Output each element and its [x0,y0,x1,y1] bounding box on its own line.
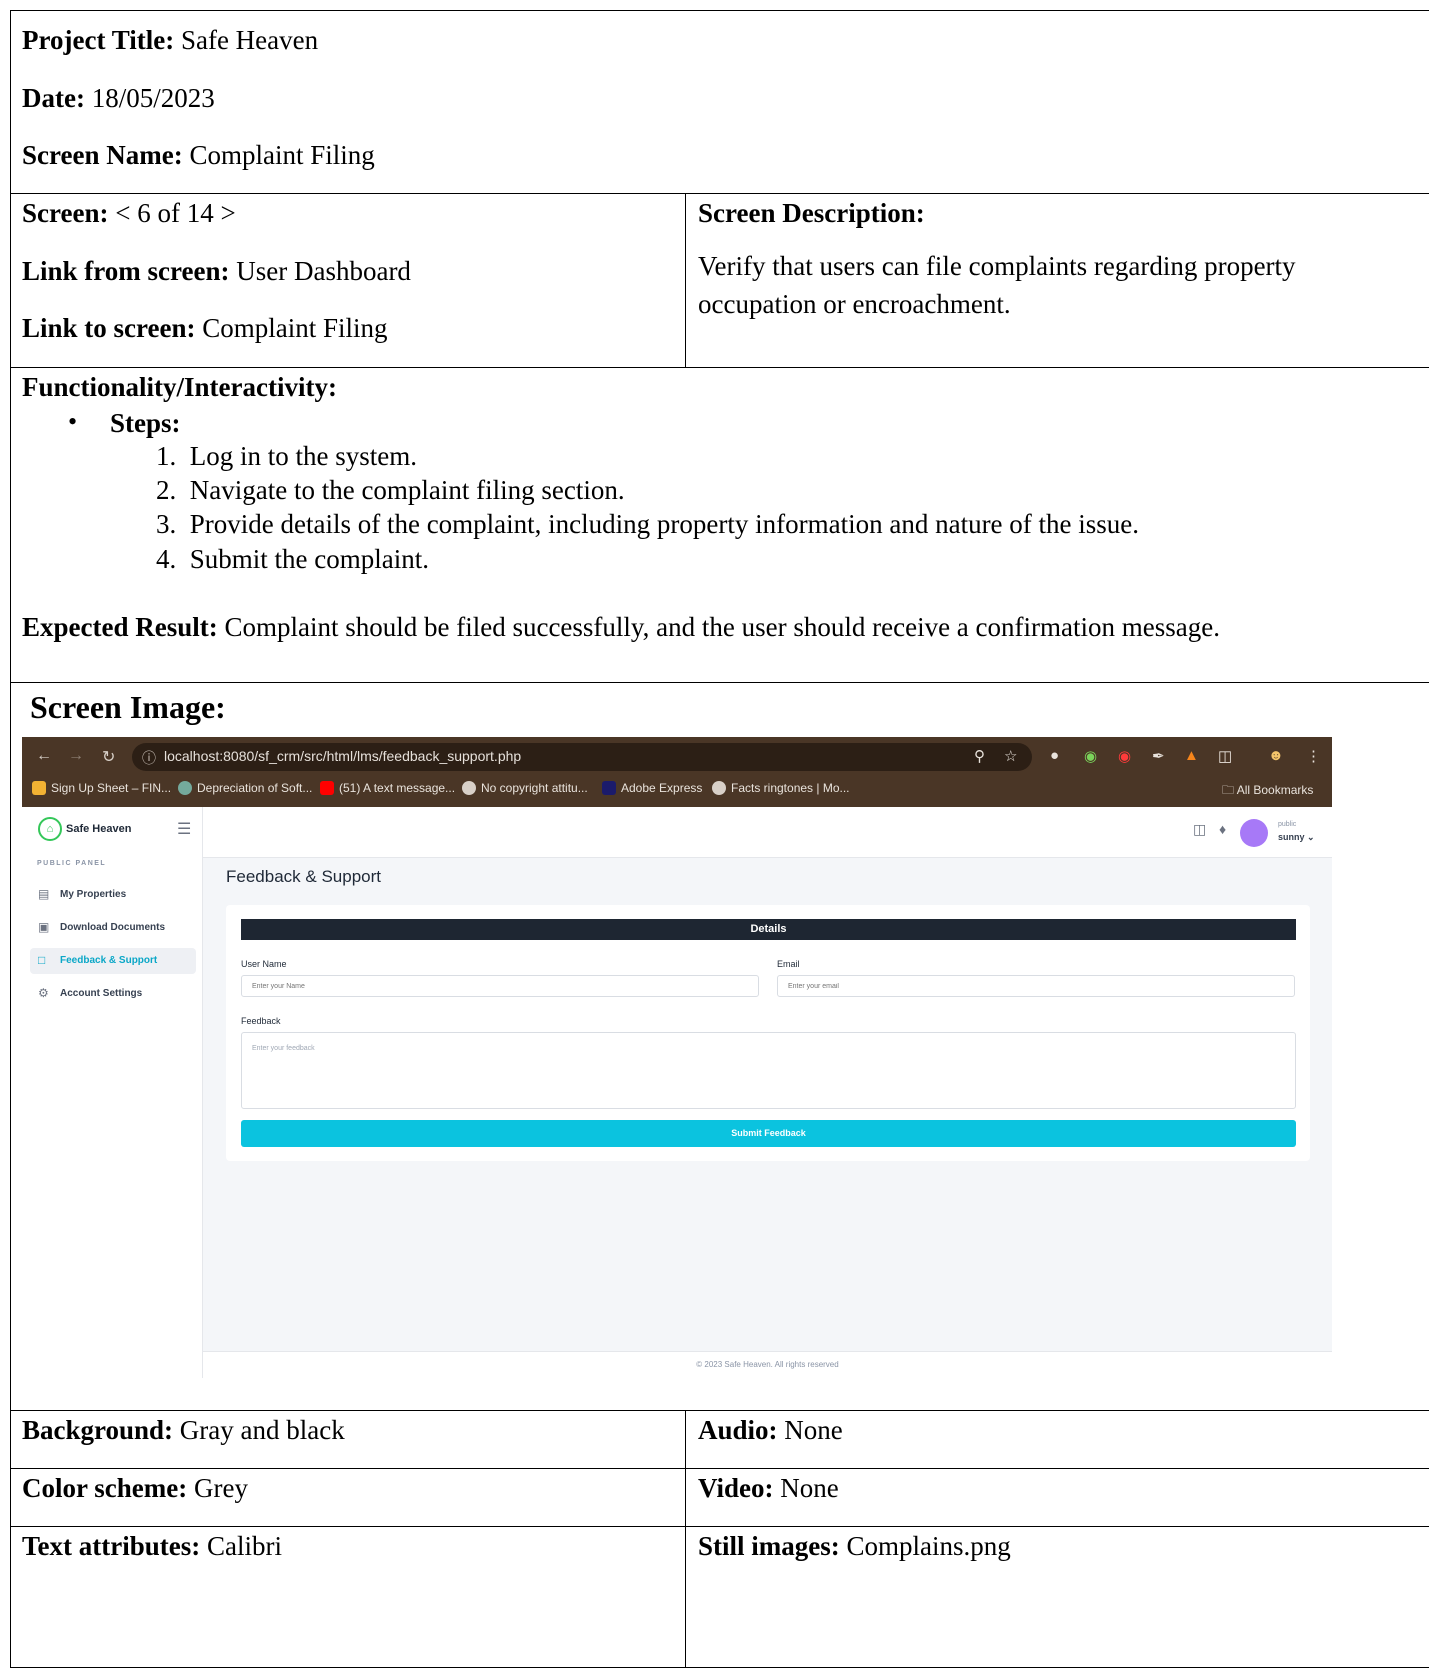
sidebar-item-my-properties[interactable]: ▤ My Properties [30,882,196,908]
metamask-icon[interactable]: ▲ [1184,747,1199,764]
browser-chrome: ← → ↻ ⓘ localhost:8080/sf_crm/src/html/l… [22,737,1332,807]
list-icon: ▤ [38,887,50,901]
app-topbar: ◫ ♦ public sunny ⌄ [203,807,1332,858]
url-text: localhost:8080/sf_crm/src/html/lms/feedb… [164,748,522,764]
forward-arrow-icon[interactable]: → [68,747,84,765]
table-divider [10,1468,1429,1469]
eyedropper-icon[interactable]: ✒ [1152,747,1165,765]
house-icon: ⌂ [38,817,62,841]
kebab-menu-icon[interactable]: ⋮ [1306,747,1321,765]
link-to-screen: Link to screen: Complaint Filing [22,313,388,343]
user-name[interactable]: sunny ⌄ [1278,832,1315,843]
column-divider [685,1410,686,1668]
table-divider [10,682,1429,683]
bullet-icon: • [68,407,78,436]
avatar[interactable] [1240,819,1268,847]
panel-label: PUBLIC PANEL [37,860,107,867]
link-from-screen: Link from screen: User Dashboard [22,256,411,286]
chat-icon: □ [38,953,46,967]
bookmark-item[interactable]: Facts ringtones | Mo... [712,781,850,795]
audio-attr: Audio: None [698,1415,843,1445]
user-role: public [1278,821,1297,828]
star-icon[interactable]: ☆ [1004,747,1017,765]
details-heading: Details [241,919,1296,940]
video-attr: Video: None [698,1473,839,1503]
sidebar: ⌂ Safe Heaven ☰ PUBLIC PANEL ▤ My Properti… [22,807,203,1378]
feedback-label: Feedback [241,1016,281,1026]
bookmark-item[interactable]: No copyright attitu... [462,781,588,795]
still-images-attr: Still images: Complains.png [698,1531,1011,1561]
user-name-input[interactable] [241,975,759,997]
table-divider [10,367,1429,368]
screen-image-heading: Screen Image: [30,689,226,725]
date: Date: 18/05/2023 [22,83,215,113]
step-item: 2. Navigate to the complaint filing sect… [156,475,625,505]
table-divider [10,193,1429,194]
user-name-label: User Name [241,959,287,969]
extension-record-icon[interactable]: ◉ [1118,747,1131,765]
feedback-textarea[interactable]: Enter your feedback [241,1032,1296,1109]
email-input[interactable] [777,975,1295,997]
steps-label: Steps: [110,408,181,438]
feedback-form-card: Details User Name Email Feedback Enter y… [226,905,1310,1161]
reload-icon[interactable]: ↻ [102,747,115,767]
app-logo[interactable]: ⌂ Safe Heaven [38,817,131,841]
text-attributes-attr: Text attributes: Calibri [22,1531,282,1561]
info-icon: ⓘ [142,750,156,766]
extension-icon[interactable]: ◉ [1084,747,1097,765]
table-border-top [10,10,1429,11]
bookmark-item[interactable]: Depreciation of Soft... [178,781,312,795]
table-divider [10,1526,1429,1527]
functionality-heading: Functionality/Interactivity: [22,372,337,402]
message-icon[interactable]: ◫ [1193,821,1206,838]
profile-icon[interactable]: ☻ [1268,747,1284,764]
screen-name: Screen Name: Complaint Filing [22,140,375,170]
step-item: 1. Log in to the system. [156,441,417,471]
zoom-icon[interactable]: ⚲ [974,747,985,765]
project-title: Project Title: Safe Heaven [22,25,319,55]
background-attr: Background: Gray and black [22,1415,345,1445]
screen-number: Screen: < 6 of 14 > [22,198,236,228]
all-bookmarks[interactable]: 🗀 All Bookmarks [1222,781,1313,802]
email-label: Email [777,959,800,969]
column-divider [685,193,686,367]
address-bar[interactable]: ⓘ localhost:8080/sf_crm/src/html/lms/fee… [132,743,1032,771]
page-title: Feedback & Support [226,867,381,886]
sidebar-item-download-documents[interactable]: ▣ Download Documents [30,915,196,941]
app-footer: © 2023 Safe Heaven. All rights reserved [203,1351,1332,1378]
bell-icon[interactable]: ♦ [1219,821,1226,837]
bookmark-item[interactable]: Adobe Express [602,781,702,795]
bookmark-item[interactable]: Sign Up Sheet – FIN... [32,781,171,795]
step-item: 4. Submit the complaint. [156,544,429,574]
back-arrow-icon[interactable]: ← [36,747,52,765]
document-icon: ▣ [38,920,50,934]
hamburger-icon[interactable]: ☰ [177,819,191,839]
screen-description-label: Screen Description: [698,198,925,228]
gear-icon: ⚙ [38,986,49,1000]
table-border-left [10,10,11,1668]
folder-icon: 🗀 [1222,783,1235,797]
footer-text: © 2023 Safe Heaven. All rights reserved [696,1360,839,1369]
expected-result: Expected Result: Complaint should be fil… [22,612,1220,642]
step-item: 3. Provide details of the complaint, inc… [156,509,1140,539]
table-border-bottom [10,1667,1429,1668]
embedded-screenshot: ← → ↻ ⓘ localhost:8080/sf_crm/src/html/l… [22,737,1332,1378]
sidebar-item-feedback-support[interactable]: □ Feedback & Support [30,948,196,974]
submit-feedback-button[interactable]: Submit Feedback [241,1120,1296,1147]
puzzle-icon[interactable]: ◫ [1218,747,1232,765]
screen-description: Verify that users can file complaints re… [698,251,1296,319]
bookmark-item[interactable]: (51) A text message... [320,781,455,795]
color-scheme-attr: Color scheme: Grey [22,1473,248,1503]
sidebar-item-account-settings[interactable]: ⚙ Account Settings [30,981,196,1007]
table-divider [10,1410,1429,1411]
extension-globe-icon[interactable]: ● [1050,747,1059,764]
